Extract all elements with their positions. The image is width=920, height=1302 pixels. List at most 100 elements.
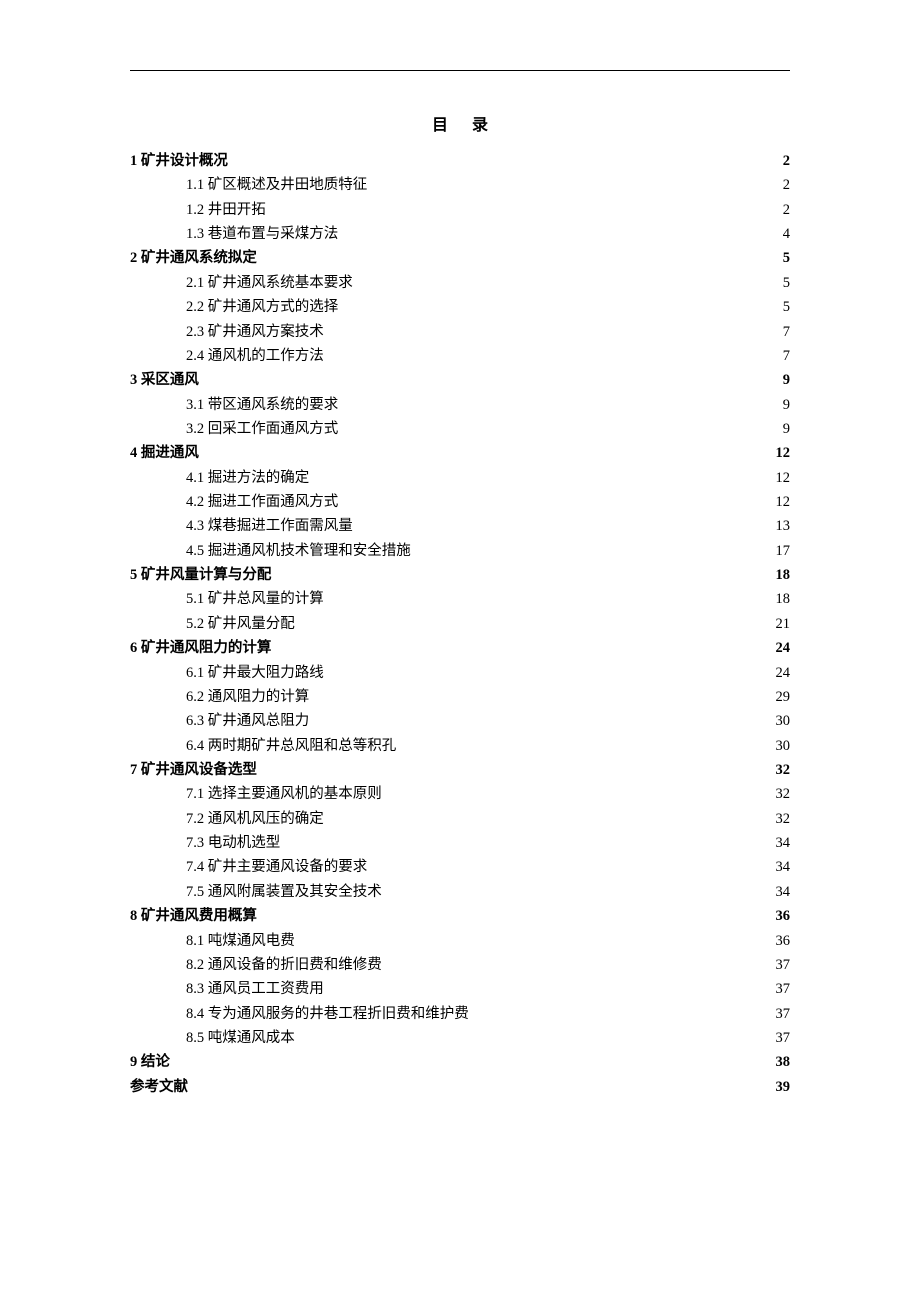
toc-entry-label: 3.2 回采工作面通风方式 (186, 417, 338, 441)
toc-entry[interactable]: 7.4 矿井主要通风设备的要求34 (130, 855, 790, 879)
toc-entry[interactable]: 7.2 通风机风压的确定32 (130, 807, 790, 831)
toc-entry-page: 29 (776, 685, 791, 709)
toc-entry[interactable]: 4 掘进通风12 (130, 441, 790, 465)
toc-entry[interactable]: 4.3 煤巷掘进工作面需风量 13 (130, 514, 790, 538)
toc-entry[interactable]: 2 矿井通风系统拟定5 (130, 246, 790, 270)
toc-entry[interactable]: 3.2 回采工作面通风方式9 (130, 417, 790, 441)
toc-entry-label: 2.1 矿井通风系统基本要求 (186, 271, 353, 295)
toc-entry-label: 8.2 通风设备的折旧费和维修费 (186, 953, 382, 977)
toc-entry[interactable]: 2.2 矿井通风方式的选择 5 (130, 295, 790, 319)
toc-entry-label: 1.3 巷道布置与采煤方法 (186, 222, 338, 246)
toc-entry-label: 6.1 矿井最大阻力路线 (186, 661, 324, 685)
toc-entry-page: 5 (783, 295, 790, 319)
toc-entry-page: 32 (776, 807, 791, 831)
toc-entry[interactable]: 5.2 矿井风量分配 21 (130, 612, 790, 636)
toc-entry-page: 21 (776, 612, 791, 636)
toc-entry[interactable]: 1.2 井田开拓 2 (130, 198, 790, 222)
toc-entry-page: 2 (783, 149, 790, 173)
toc-entry-label: 7 矿井通风设备选型 (130, 758, 257, 782)
toc-entry-label: 2.2 矿井通风方式的选择 (186, 295, 338, 319)
toc-entry[interactable]: 2.3 矿井通风方案技术 7 (130, 320, 790, 344)
toc-entry[interactable]: 5 矿井风量计算与分配18 (130, 563, 790, 587)
toc-entry[interactable]: 1 矿井设计概况 2 (130, 149, 790, 173)
toc-entry[interactable]: 2.4 通风机的工作方法7 (130, 344, 790, 368)
toc-entry[interactable]: 7 矿井通风设备选型 32 (130, 758, 790, 782)
toc-entry-page: 4 (783, 222, 790, 246)
toc-entry-label: 4.3 煤巷掘进工作面需风量 (186, 514, 353, 538)
toc-entry-page: 24 (776, 661, 791, 685)
toc-entry-page: 2 (783, 198, 790, 222)
toc-entry-label: 8 矿井通风费用概算 (130, 904, 257, 928)
toc-entry[interactable]: 9 结论 38 (130, 1050, 790, 1074)
toc-entry-label: 1 矿井设计概况 (130, 149, 228, 173)
toc-entry-label: 8.4 专为通风服务的井巷工程折旧费和维护费 (186, 1002, 469, 1026)
toc-entry-label: 3 采区通风 (130, 368, 199, 392)
toc-entry[interactable]: 8.5 吨煤通风成本 37 (130, 1026, 790, 1050)
toc-entry[interactable]: 1.1 矿区概述及井田地质特征2 (130, 173, 790, 197)
toc-entry-label: 3.1 带区通风系统的要求 (186, 393, 338, 417)
table-of-contents: 1 矿井设计概况21.1 矿区概述及井田地质特征21.2 井田开拓21.3 巷道… (130, 149, 790, 1099)
toc-entry-label: 5.1 矿井总风量的计算 (186, 587, 324, 611)
toc-entry-label: 9 结论 (130, 1050, 170, 1074)
toc-entry-label: 7.4 矿井主要通风设备的要求 (186, 855, 367, 879)
toc-entry-label: 4 掘进通风 (130, 441, 199, 465)
toc-entry-page: 37 (776, 1002, 791, 1026)
toc-entry[interactable]: 7.5 通风附属装置及其安全技术34 (130, 880, 790, 904)
toc-entry-page: 37 (776, 977, 791, 1001)
toc-entry-label: 4.5 掘进通风机技术管理和安全措施 (186, 539, 411, 563)
toc-entry-page: 36 (776, 929, 791, 953)
toc-entry[interactable]: 4.1 掘进方法的确定12 (130, 466, 790, 490)
toc-entry-page: 37 (776, 953, 791, 977)
toc-entry-label: 1.2 井田开拓 (186, 198, 266, 222)
toc-entry-page: 24 (776, 636, 791, 660)
toc-entry[interactable]: 6.3 矿井通风总阻力30 (130, 709, 790, 733)
toc-entry-page: 30 (776, 734, 791, 758)
toc-entry[interactable]: 2.1 矿井通风系统基本要求 5 (130, 271, 790, 295)
toc-entry-page: 2 (783, 173, 790, 197)
toc-entry-label: 7.1 选择主要通风机的基本原则 (186, 782, 382, 806)
toc-entry-page: 13 (776, 514, 791, 538)
toc-entry-label: 4.1 掘进方法的确定 (186, 466, 309, 490)
toc-entry[interactable]: 7.1 选择主要通风机的基本原则32 (130, 782, 790, 806)
toc-entry-label: 5 矿井风量计算与分配 (130, 563, 271, 587)
toc-entry-label: 2.3 矿井通风方案技术 (186, 320, 324, 344)
toc-entry[interactable]: 4.5 掘进通风机技术管理和安全措施 17 (130, 539, 790, 563)
toc-entry[interactable]: 3.1 带区通风系统的要求 9 (130, 393, 790, 417)
toc-entry-page: 37 (776, 1026, 791, 1050)
toc-entry[interactable]: 8.1 吨煤通风电费 36 (130, 929, 790, 953)
toc-entry-label: 6.2 通风阻力的计算 (186, 685, 309, 709)
toc-entry-page: 36 (776, 904, 791, 928)
toc-entry[interactable]: 5.1 矿井总风量的计算18 (130, 587, 790, 611)
toc-entry[interactable]: 8.4 专为通风服务的井巷工程折旧费和维护费 37 (130, 1002, 790, 1026)
toc-entry-page: 9 (783, 393, 790, 417)
toc-entry-page: 7 (783, 320, 790, 344)
toc-entry-page: 9 (783, 368, 790, 392)
toc-entry-label: 8.1 吨煤通风电费 (186, 929, 295, 953)
toc-entry[interactable]: 8 矿井通风费用概算 36 (130, 904, 790, 928)
toc-entry[interactable]: 3 采区通风 9 (130, 368, 790, 392)
toc-entry[interactable]: 6.4 两时期矿井总风阻和总等积孔 30 (130, 734, 790, 758)
toc-entry-label: 2.4 通风机的工作方法 (186, 344, 324, 368)
toc-entry-label: 2 矿井通风系统拟定 (130, 246, 257, 270)
toc-entry-label: 7.3 电动机选型 (186, 831, 280, 855)
top-horizontal-rule (130, 70, 790, 71)
toc-entry-page: 39 (776, 1075, 791, 1099)
toc-entry[interactable]: 6.2 通风阻力的计算 29 (130, 685, 790, 709)
toc-entry-label: 8.5 吨煤通风成本 (186, 1026, 295, 1050)
toc-entry[interactable]: 1.3 巷道布置与采煤方法 4 (130, 222, 790, 246)
toc-entry[interactable]: 6.1 矿井最大阻力路线 24 (130, 661, 790, 685)
toc-entry-label: 6.4 两时期矿井总风阻和总等积孔 (186, 734, 396, 758)
toc-entry[interactable]: 8.2 通风设备的折旧费和维修费 37 (130, 953, 790, 977)
toc-entry-page: 5 (783, 271, 790, 295)
toc-entry[interactable]: 6 矿井通风阻力的计算24 (130, 636, 790, 660)
toc-entry-label: 5.2 矿井风量分配 (186, 612, 295, 636)
toc-entry-page: 32 (776, 758, 791, 782)
toc-entry[interactable]: 参考文献39 (130, 1075, 790, 1099)
toc-entry[interactable]: 8.3 通风员工工资费用37 (130, 977, 790, 1001)
toc-entry-page: 17 (776, 539, 791, 563)
toc-entry-page: 34 (776, 831, 791, 855)
toc-entry-label: 6.3 矿井通风总阻力 (186, 709, 309, 733)
toc-entry[interactable]: 4.2 掘进工作面通风方式12 (130, 490, 790, 514)
toc-entry-page: 38 (776, 1050, 791, 1074)
toc-entry[interactable]: 7.3 电动机选型 34 (130, 831, 790, 855)
